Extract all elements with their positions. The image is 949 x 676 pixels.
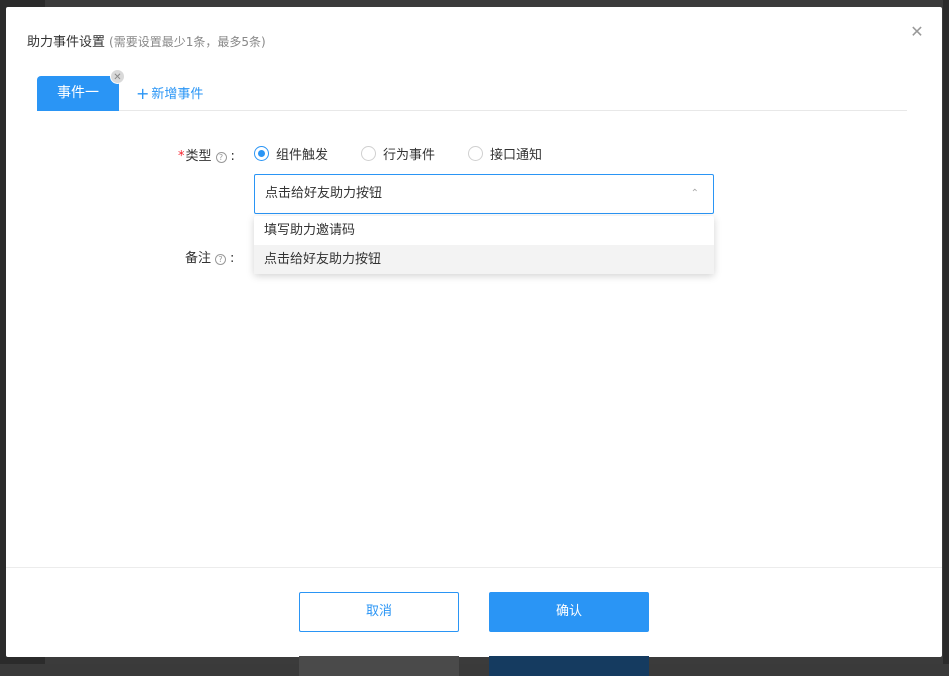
close-icon[interactable]: ✕ [908,23,926,41]
background-cancel-button [299,656,459,676]
modal-subtitle: (需要设置最少1条，最多5条) [109,35,266,49]
tab-event-1-label: 事件一 [57,85,99,101]
radio-behavior-event[interactable]: 行为事件 [361,143,435,163]
required-asterisk: * [178,149,185,164]
help-icon[interactable]: ? [215,254,227,265]
modal-footer: 取消 确认 [6,567,942,657]
radio-label: 接口通知 [490,147,543,163]
event-tabs: 事件一 ✕ + 新增事件 [37,69,907,111]
radio-dot-checked [254,145,269,161]
radio-api-notify[interactable]: 接口通知 [468,143,542,163]
help-icon[interactable]: ? [215,152,227,163]
event-settings-modal: 助力事件设置 (需要设置最少1条，最多5条) ✕ 事件一 ✕ + 新增事件 *类型?… [6,7,942,657]
modal-title-text: 助力事件设置 [27,35,106,50]
cancel-button[interactable]: 取消 [299,592,459,632]
event-select[interactable]: 点击给好友助力按钮 ⌃ [254,174,714,214]
radio-dot [468,145,483,161]
background-confirm-button [489,656,649,676]
remark-field-label: 备注?: [185,247,234,266]
radio-dot [361,145,376,161]
select-value: 点击给好友助力按钮 [265,186,383,201]
add-event-label: 新增事件 [151,87,204,102]
dropdown-option[interactable]: 填写助力邀请码 [254,216,714,245]
tab-close-icon[interactable]: ✕ [110,69,125,84]
label-colon: : [230,149,235,164]
modal-title: 助力事件设置 (需要设置最少1条，最多5条) [27,31,266,50]
radio-label: 组件触发 [276,147,329,163]
type-field-label: *类型?: [178,145,235,164]
remark-label-text: 备注 [185,251,212,266]
radio-component-trigger[interactable]: 组件触发 [254,143,328,163]
label-colon: : [230,251,235,266]
modal-header: 助力事件设置 (需要设置最少1条，最多5条) ✕ [6,7,942,65]
select-dropdown: 填写助力邀请码 点击给好友助力按钮 [254,216,714,274]
backdrop-right-strip [943,0,949,664]
type-label-text: 类型 [185,149,212,164]
confirm-button[interactable]: 确认 [489,592,649,632]
add-event-tab[interactable]: + 新增事件 [136,76,203,111]
radio-label: 行为事件 [383,147,436,163]
dropdown-option-selected[interactable]: 点击给好友助力按钮 [254,245,714,274]
chevron-up-icon: ⌃ [690,188,699,199]
tab-event-1[interactable]: 事件一 [37,76,119,111]
plus-icon: + [136,84,150,103]
